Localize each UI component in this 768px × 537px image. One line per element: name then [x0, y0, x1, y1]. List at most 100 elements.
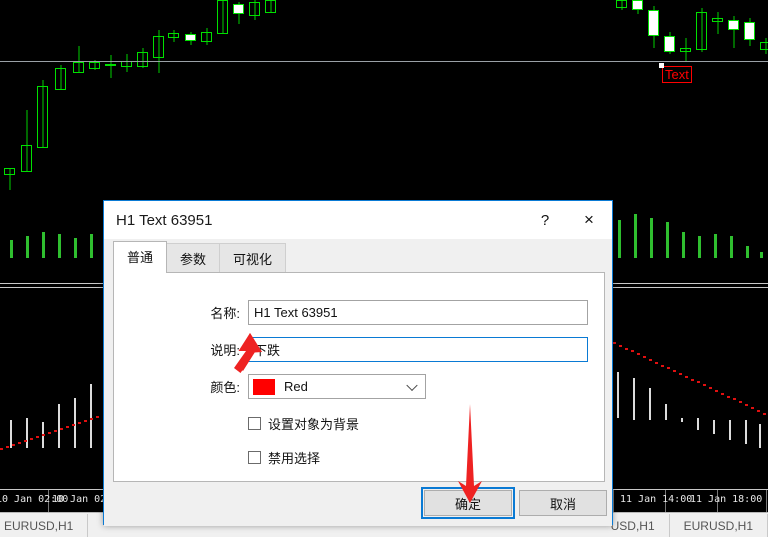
- dialog-title-bar[interactable]: H1 Text 63951 ? ×: [104, 201, 612, 239]
- close-icon[interactable]: ×: [566, 201, 612, 239]
- indicator-dot: [96, 416, 99, 419]
- ok-button[interactable]: 确定: [421, 487, 515, 519]
- background-checkbox-label: 设置对象为背景: [268, 417, 360, 432]
- indicator-dot: [679, 373, 682, 376]
- volume-bar: [634, 214, 637, 258]
- color-swatch: [253, 378, 275, 395]
- time-axis-tick: [766, 490, 767, 512]
- candlestick: [55, 0, 66, 260]
- volume-bar: [10, 240, 13, 258]
- indicator-dot: [739, 401, 742, 404]
- indicator-dot: [36, 436, 39, 439]
- indicator-dot: [54, 430, 57, 433]
- candlestick: [37, 0, 48, 260]
- volume-bar: [714, 234, 717, 258]
- indicator-dot: [673, 370, 676, 373]
- indicator-dot: [631, 350, 634, 353]
- candlestick: [760, 0, 768, 260]
- volume-bar: [698, 236, 701, 258]
- candlestick: [73, 0, 84, 260]
- indicator-dot: [24, 440, 27, 443]
- indicator-dot: [763, 412, 766, 415]
- indicator-dot: [709, 387, 712, 390]
- indicator-dot: [613, 342, 616, 344]
- chart-text-object-label: Text: [665, 67, 689, 82]
- name-input[interactable]: [248, 300, 588, 325]
- volume-bar: [618, 220, 621, 258]
- indicator-dot: [42, 434, 45, 437]
- indicator-dot: [12, 444, 15, 447]
- indicator-dot: [48, 432, 51, 435]
- dialog-footer: 确定 取消: [104, 480, 612, 526]
- chevron-down-icon[interactable]: [406, 379, 418, 391]
- lower-pane-bar: [617, 372, 619, 418]
- indicator-dot: [751, 406, 754, 409]
- indicator-dot: [733, 398, 736, 401]
- indicator-dot: [625, 347, 628, 350]
- volume-bar: [746, 246, 749, 258]
- tab-parameters[interactable]: 参数: [166, 243, 221, 274]
- lower-pane-bar: [26, 418, 28, 448]
- volume-bar: [42, 232, 45, 258]
- object-properties-dialog[interactable]: H1 Text 63951 ? × 普通 参数 可视化 名称: H1 Text …: [103, 200, 613, 526]
- candlestick: [4, 0, 15, 260]
- help-icon[interactable]: ?: [524, 201, 566, 239]
- lower-pane-bar: [58, 404, 60, 448]
- indicator-dot: [90, 418, 93, 421]
- indicator-dot: [78, 422, 81, 425]
- candlestick: [696, 0, 707, 260]
- indicator-dot: [18, 442, 21, 445]
- candlestick: [664, 0, 675, 260]
- indicator-dot: [691, 378, 694, 381]
- name-field-row: 名称:: [152, 300, 588, 325]
- description-input[interactable]: [248, 337, 588, 362]
- lower-pane-bar: [745, 420, 747, 444]
- color-label: 颜色:: [210, 380, 240, 395]
- volume-bar: [74, 238, 77, 258]
- description-label: 说明:: [210, 343, 240, 358]
- time-axis-label: 11 Jan 18:00: [690, 494, 763, 505]
- background-checkbox-row[interactable]: 设置对象为背景: [248, 414, 359, 433]
- dialog-body: 普通 参数 可视化 名称: 说明: 颜色:: [104, 239, 612, 526]
- screen-root: Text 10 Jan 02:00 10 Jan 02:00 11 Jan 14…: [0, 0, 768, 537]
- indicator-dot: [66, 426, 69, 429]
- disable-selection-checkbox-row[interactable]: 禁用选择: [248, 448, 320, 467]
- tab-common[interactable]: 普通: [113, 241, 168, 273]
- object-anchor-handle[interactable]: [659, 63, 664, 68]
- cancel-button[interactable]: 取消: [519, 490, 607, 516]
- indicator-dot: [697, 381, 700, 384]
- candlestick: [728, 0, 739, 260]
- description-field-row: 说明:: [152, 337, 588, 362]
- color-dropdown[interactable]: Red: [248, 374, 426, 399]
- dialog-title: H1 Text 63951: [116, 211, 213, 229]
- background-checkbox[interactable]: [248, 417, 261, 430]
- chart-tab[interactable]: EURUSD,H1: [0, 513, 89, 537]
- indicator-dot: [721, 392, 724, 395]
- indicator-dot: [727, 395, 730, 398]
- indicator-dot: [685, 375, 688, 378]
- indicator-dot: [745, 404, 748, 407]
- indicator-dot: [637, 353, 640, 356]
- disable-selection-checkbox[interactable]: [248, 451, 261, 464]
- volume-bar: [682, 232, 685, 258]
- time-axis-tick: [613, 490, 614, 512]
- lower-pane-bar: [759, 424, 761, 448]
- lower-pane-bar: [697, 418, 699, 430]
- chart-tab[interactable]: EURUSD,H1: [670, 513, 768, 537]
- dialog-tabs[interactable]: 普通 参数 可视化: [113, 241, 287, 274]
- volume-bar: [666, 222, 669, 258]
- lower-pane-bar: [729, 420, 731, 440]
- indicator-dot: [661, 364, 664, 367]
- name-label: 名称:: [210, 306, 240, 321]
- tab-visualization[interactable]: 可视化: [219, 243, 287, 274]
- indicator-dot: [667, 367, 670, 370]
- time-axis-label: 11 Jan 14:00: [620, 494, 693, 505]
- price-level-line: [0, 61, 768, 62]
- lower-pane-bar: [681, 418, 683, 422]
- dialog-window-buttons: ? ×: [524, 201, 612, 239]
- chart-text-object[interactable]: Text: [659, 63, 692, 83]
- candlestick: [89, 0, 100, 260]
- volume-bar: [58, 234, 61, 258]
- lower-pane-bar: [665, 404, 667, 420]
- indicator-dot: [703, 384, 706, 387]
